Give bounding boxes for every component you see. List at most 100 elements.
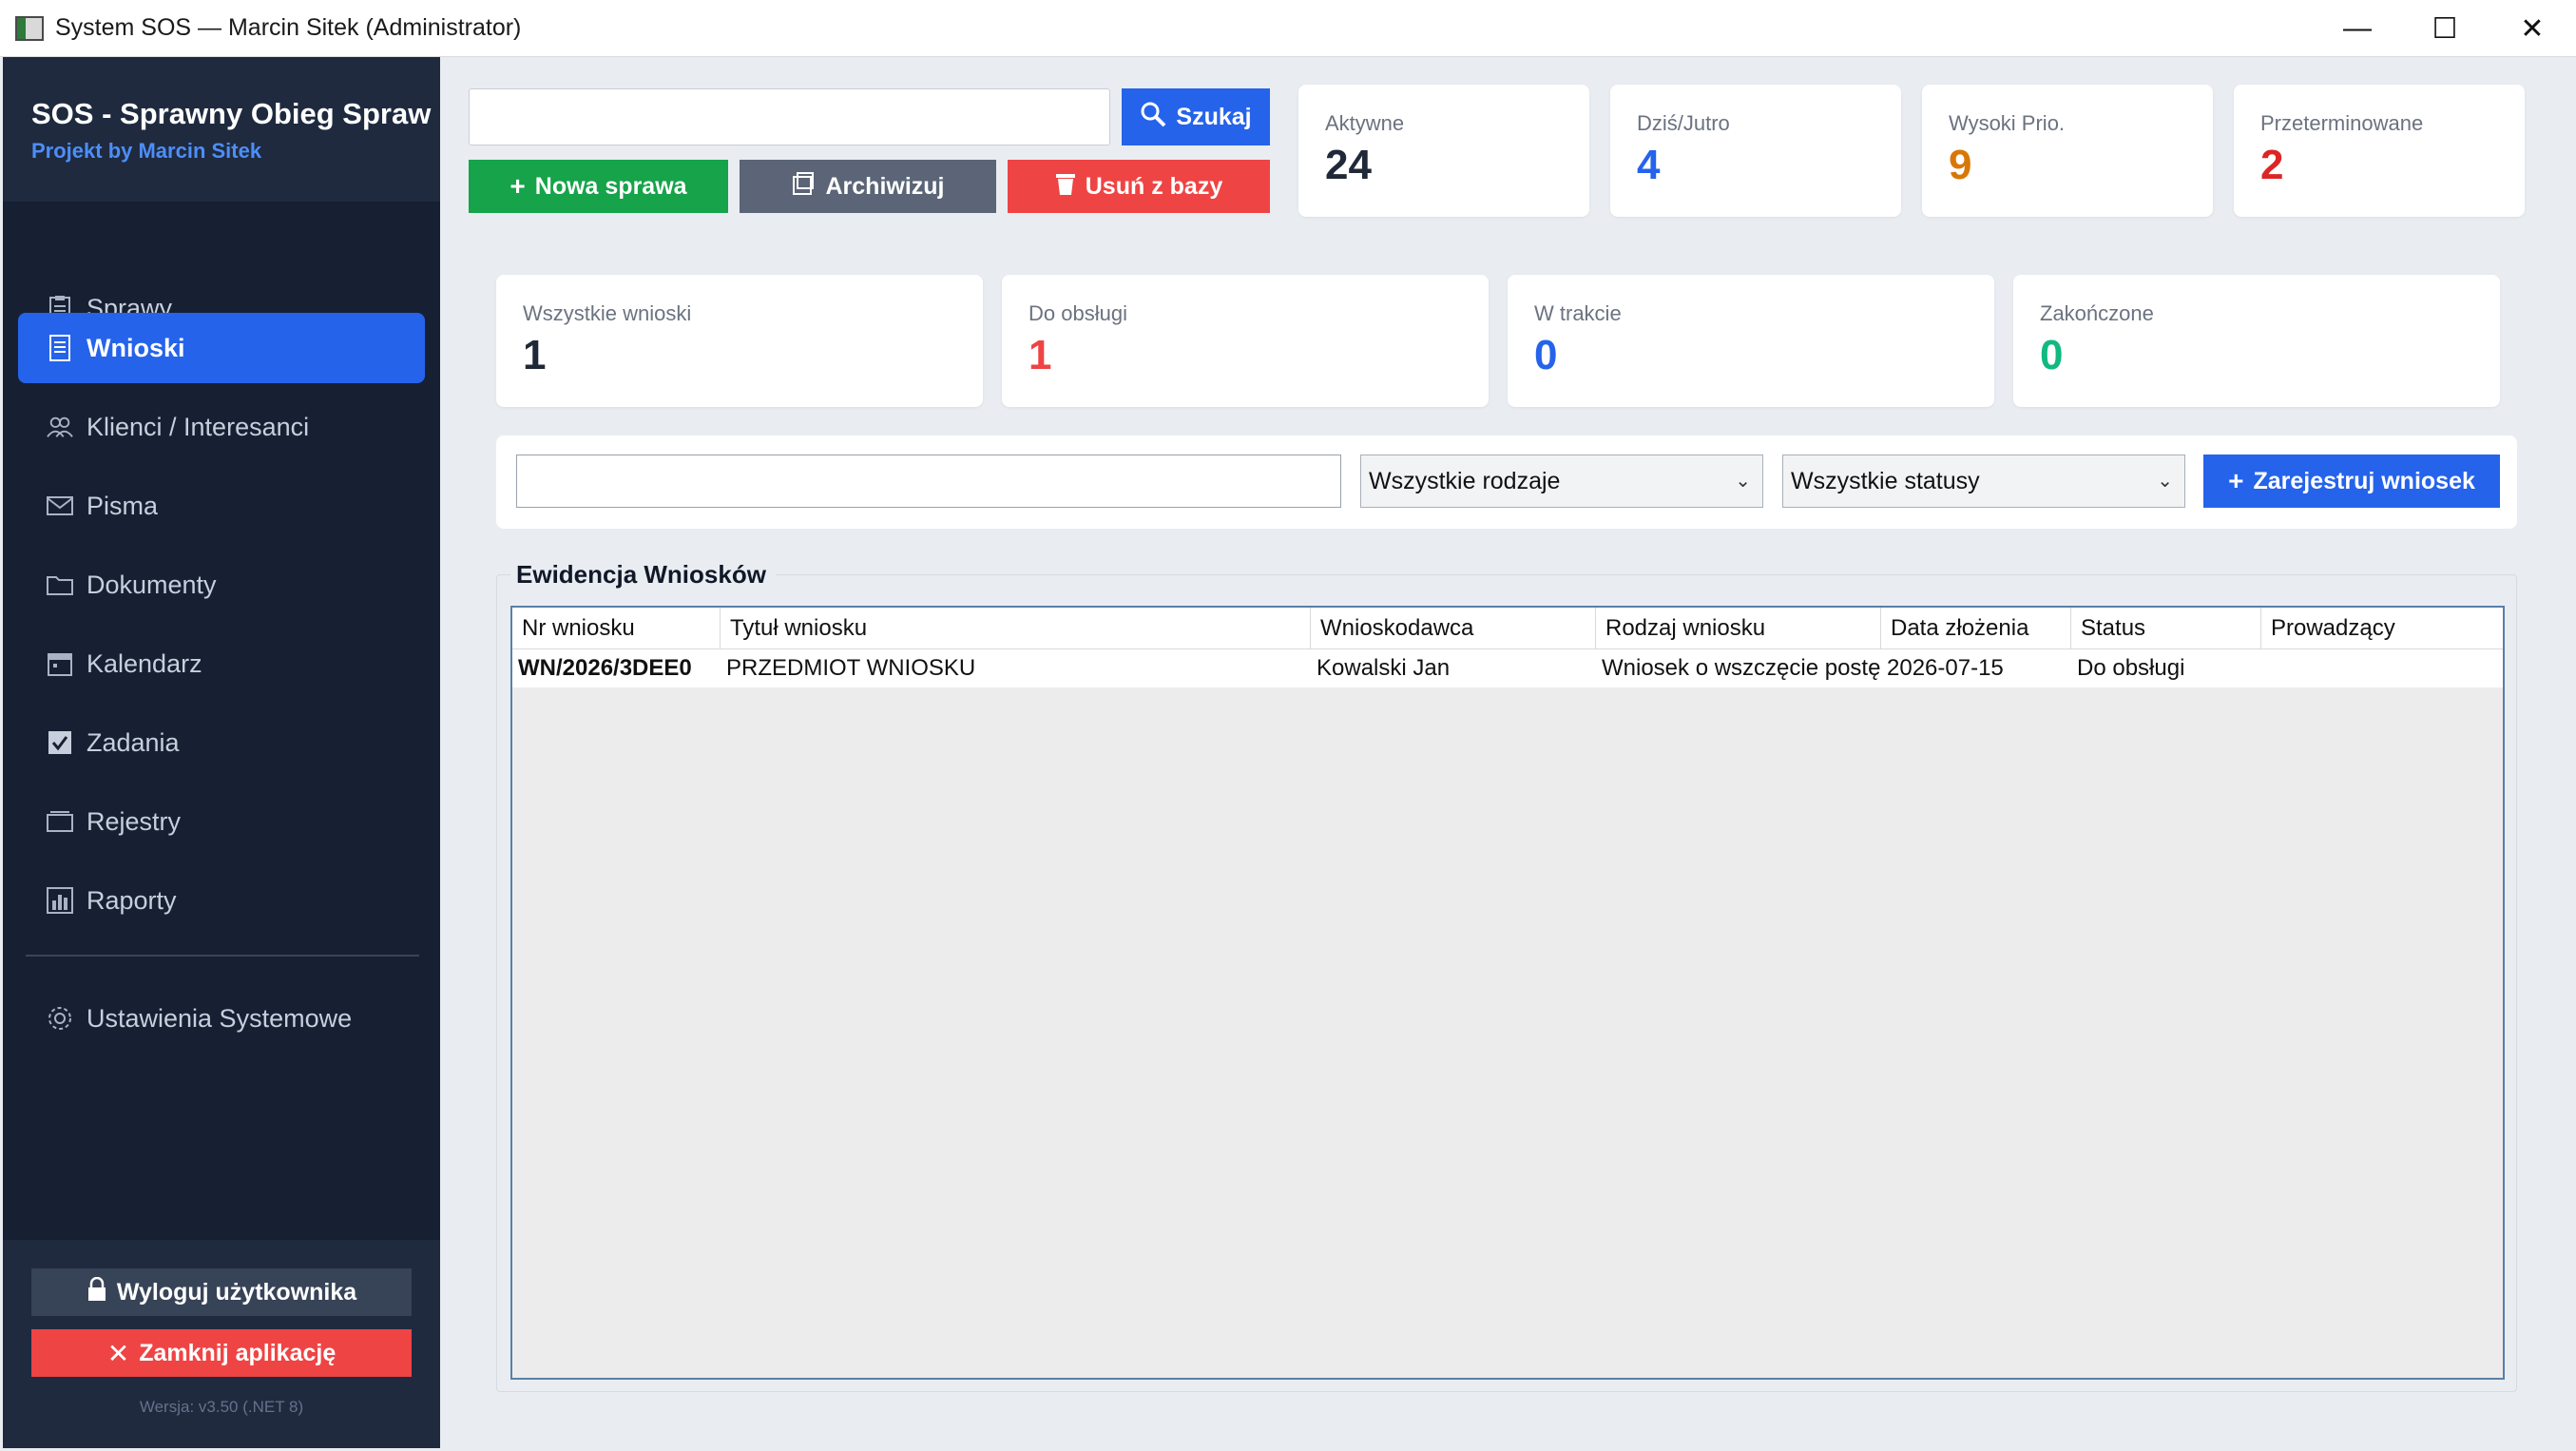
app-name: SOS - Sprawny Obieg Spraw — [31, 97, 432, 130]
close-app-button[interactable]: ✕ Zamknij aplikację — [31, 1329, 412, 1377]
search-button-label: Szukaj — [1176, 103, 1252, 130]
table-row[interactable]: WN/2026/3DEE0 PRZEDMIOT WNIOSKU Kowalski… — [512, 649, 2503, 687]
column-header[interactable]: Wnioskodawca — [1311, 608, 1596, 649]
requests-table[interactable]: Nr wniosku Tytuł wniosku Wnioskodawca Ro… — [510, 606, 2505, 1380]
maximize-button[interactable]: ☐ — [2401, 0, 2489, 57]
archive-button[interactable]: Archiwizuj — [740, 160, 996, 213]
sidebar: SOS - Sprawny Obieg Spraw Projekt by Mar… — [3, 57, 440, 1448]
lock-icon — [87, 1276, 107, 1308]
search-button[interactable]: Szukaj — [1122, 88, 1270, 145]
checkbox-icon — [47, 729, 73, 756]
delete-button[interactable]: Usuń z bazy — [1008, 160, 1270, 213]
sidebar-item-label: Ustawienia Systemowe — [87, 1003, 353, 1033]
register-request-label: Zarejestruj wniosek — [2253, 467, 2475, 494]
column-header[interactable]: Prowadzący — [2261, 608, 2503, 649]
table-header: Nr wniosku Tytuł wniosku Wnioskodawca Ro… — [512, 608, 2503, 649]
close-app-label: Zamknij aplikację — [139, 1339, 336, 1366]
status-filter-select[interactable]: Wszystkie statusy ⌄ — [1782, 455, 2185, 508]
new-case-label: Nowa sprawa — [534, 172, 687, 200]
sidebar-item-dokumenty[interactable]: Dokumenty — [18, 550, 425, 620]
close-icon: ✕ — [106, 1338, 130, 1368]
column-header[interactable]: Nr wniosku — [512, 608, 721, 649]
sidebar-item-kalendarz[interactable]: Kalendarz — [18, 629, 425, 699]
table-title: Ewidencja Wniosków — [510, 560, 776, 590]
filter-text-input[interactable] — [516, 455, 1341, 508]
cell-date: 2026-07-15 — [1887, 655, 2004, 681]
stat-label: Zakończone — [2040, 301, 2154, 325]
new-case-button[interactable]: + Nowa sprawa — [469, 160, 728, 213]
stat-value: 9 — [1949, 142, 1972, 188]
delete-label: Usuń z bazy — [1085, 172, 1223, 200]
sidebar-item-klienci[interactable]: Klienci / Interesanci — [18, 392, 425, 462]
cell-applicant: Kowalski Jan — [1317, 655, 1451, 681]
stat-card-in-progress: W trakcie 0 — [1508, 275, 1994, 407]
stat-card-completed: Zakończone 0 — [2013, 275, 2500, 407]
cell-title: PRZEDMIOT WNIOSKU — [726, 655, 976, 681]
stat-label: W trakcie — [1534, 301, 1622, 325]
register-icon — [47, 808, 73, 835]
logout-button[interactable]: Wyloguj użytkownika — [31, 1268, 412, 1316]
brand-header: SOS - Sprawny Obieg Spraw Projekt by Mar… — [3, 57, 440, 202]
type-filter-value: Wszystkie rodzaje — [1369, 467, 1561, 494]
document-icon — [47, 335, 73, 361]
sidebar-item-label: Rejestry — [87, 806, 182, 836]
minimize-button[interactable]: — — [2314, 0, 2401, 57]
sidebar-item-label: Wnioski — [87, 333, 185, 362]
sidebar-item-label: Kalendarz — [87, 648, 202, 678]
sidebar-item-raporty[interactable]: Raporty — [18, 865, 425, 936]
stat-card-all-requests: Wszystkie wnioski 1 — [496, 275, 983, 407]
app-icon — [15, 15, 44, 41]
cell-number: WN/2026/3DEE0 — [518, 655, 692, 681]
chevron-down-icon: ⌄ — [2157, 471, 2173, 492]
close-window-button[interactable]: ✕ — [2489, 0, 2576, 57]
archive-icon — [791, 171, 816, 203]
type-filter-select[interactable]: Wszystkie rodzaje ⌄ — [1360, 455, 1763, 508]
stat-card-today: Dziś/Jutro 4 — [1610, 85, 1901, 217]
stat-value: 0 — [1534, 332, 1558, 378]
register-request-button[interactable]: + Zarejestruj wniosek — [2203, 455, 2500, 508]
gear-icon — [47, 1005, 73, 1032]
stat-value: 4 — [1637, 142, 1661, 188]
chevron-down-icon: ⌄ — [1735, 471, 1751, 492]
stat-card-to-handle: Do obsługi 1 — [1002, 275, 1489, 407]
stat-label: Aktywne — [1325, 111, 1405, 135]
stat-value: 2 — [2260, 142, 2284, 188]
users-icon — [47, 414, 73, 440]
search-input[interactable] — [469, 88, 1110, 145]
sidebar-item-label: Raporty — [87, 885, 177, 915]
envelope-icon — [47, 493, 73, 519]
logout-label: Wyloguj użytkownika — [116, 1278, 357, 1306]
calendar-icon — [47, 650, 73, 677]
sidebar-item-wnioski[interactable]: Wnioski — [18, 313, 425, 383]
sidebar-item-pisma[interactable]: Pisma — [18, 471, 425, 541]
version-label: Wersja: v3.50 (.NET 8) — [139, 1398, 304, 1416]
column-header[interactable]: Data złożenia — [1881, 608, 2071, 649]
sidebar-item-label: Klienci / Interesanci — [87, 412, 310, 441]
window-title: System SOS — Marcin Sitek (Administrator… — [55, 14, 522, 41]
stat-card-active: Aktywne 24 — [1298, 85, 1589, 217]
sidebar-item-label: Zadania — [87, 727, 180, 757]
trash-icon — [1055, 171, 1076, 203]
sidebar-item-ustawienia[interactable]: Ustawienia Systemowe — [18, 983, 425, 1054]
folder-icon — [47, 571, 73, 598]
column-header[interactable]: Rodzaj wniosku — [1596, 608, 1881, 649]
stat-label: Przeterminowane — [2260, 111, 2424, 135]
window-titlebar: System SOS — Marcin Sitek (Administrator… — [0, 0, 2576, 57]
bar-chart-icon — [47, 887, 73, 914]
requests-groupbox: Ewidencja Wniosków Nr wniosku Tytuł wnio… — [496, 560, 2517, 1392]
plus-icon: + — [509, 171, 526, 201]
sidebar-item-rejestry[interactable]: Rejestry — [18, 786, 425, 857]
stat-label: Wysoki Prio. — [1949, 111, 2066, 135]
stat-label: Do obsługi — [1028, 301, 1127, 325]
column-header[interactable]: Status — [2071, 608, 2261, 649]
stat-label: Wszystkie wnioski — [523, 301, 692, 325]
cell-assignee — [2261, 649, 2503, 687]
stat-card-overdue: Przeterminowane 2 — [2234, 85, 2525, 217]
search-icon — [1140, 101, 1166, 134]
stat-value: 0 — [2040, 332, 2064, 378]
cell-type: Wniosek o wszczęcie postę — [1602, 655, 1881, 681]
app-subtitle: Projekt by Marcin Sitek — [31, 139, 262, 163]
sidebar-footer: Wyloguj użytkownika ✕ Zamknij aplikację … — [3, 1240, 440, 1448]
sidebar-item-zadania[interactable]: Zadania — [18, 707, 425, 778]
column-header[interactable]: Tytuł wniosku — [721, 608, 1311, 649]
